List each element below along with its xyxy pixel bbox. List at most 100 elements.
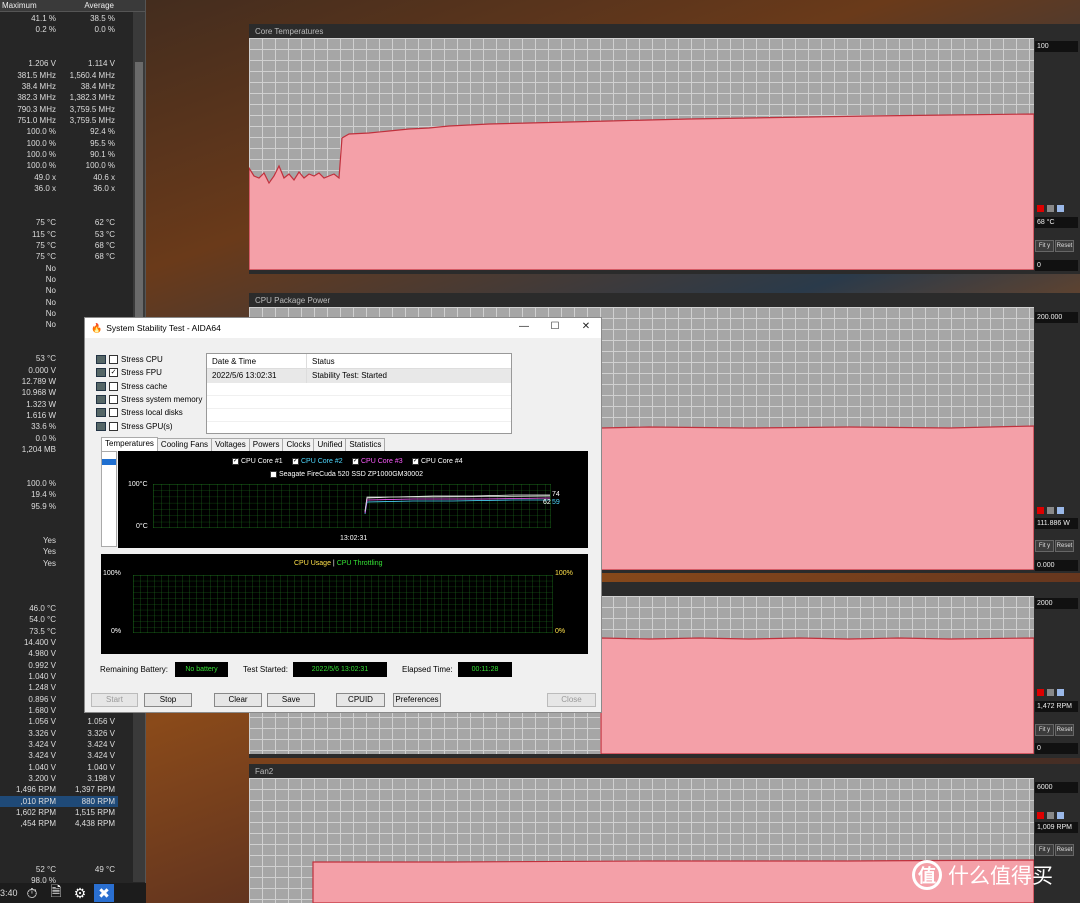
legend-core4[interactable]: ✓ CPU Core #4 — [412, 458, 463, 465]
sensor-row[interactable] — [0, 841, 118, 852]
stop-button[interactable]: Stop — [144, 693, 192, 707]
sensor-row[interactable]: 100.0 % 90.1 % — [0, 149, 118, 160]
sensor-row[interactable]: 3.424 V 3.424 V — [0, 750, 118, 761]
legend-core4-checkbox[interactable]: ✓ — [412, 458, 419, 465]
graph-swatches[interactable] — [1037, 205, 1064, 212]
sensor-row[interactable]: No — [0, 274, 118, 285]
sensor-row[interactable]: No — [0, 263, 118, 274]
column-header-maximum[interactable]: Maximum — [0, 0, 58, 11]
sensor-row[interactable] — [0, 830, 118, 841]
sensor-row[interactable] — [0, 47, 118, 58]
tab-clocks[interactable]: Clocks — [282, 438, 315, 451]
tab-voltages[interactable]: Voltages — [211, 438, 250, 451]
start-button[interactable]: Start — [91, 693, 138, 707]
legend-core1-checkbox[interactable]: ✓ — [232, 458, 239, 465]
sensor-row[interactable]: 790.3 MHz 3,759.5 MHz — [0, 104, 118, 115]
sensor-row[interactable]: 1,602 RPM 1,515 RPM — [0, 807, 118, 818]
sensor-row[interactable]: ,010 RPM 880 RPM — [0, 795, 118, 808]
stress-cache-option[interactable]: Stress cache — [96, 380, 167, 392]
stress-gpu-checkbox[interactable] — [109, 421, 118, 431]
sensor-row[interactable]: 115 °C 53 °C — [0, 229, 118, 240]
column-header-average[interactable]: Average — [58, 0, 116, 11]
sensor-row[interactable]: 36.0 x 36.0 x — [0, 183, 118, 194]
fit-y-button[interactable]: Fit y — [1035, 540, 1054, 552]
sensor-row[interactable]: 1.040 V 1.040 V — [0, 762, 118, 773]
stress-disks-option[interactable]: Stress local disks — [96, 406, 183, 418]
tab-statistics[interactable]: Statistics — [345, 438, 386, 451]
clear-button[interactable]: Clear — [214, 693, 262, 707]
legend-core2-checkbox[interactable]: ✓ — [292, 458, 299, 465]
sensor-row[interactable]: 100.0 % 92.4 % — [0, 126, 118, 137]
stress-fpu-option[interactable]: ✓ Stress FPU — [96, 366, 162, 378]
stress-cpu-option[interactable]: Stress CPU — [96, 353, 163, 365]
sensor-row[interactable]: 1.206 V 1.114 V — [0, 58, 118, 69]
fit-y-button[interactable]: Fit y — [1035, 240, 1054, 252]
dialog-titlebar[interactable]: 🔥 System Stability Test - AIDA64 — ☐ ✕ — [85, 318, 601, 338]
fit-y-button[interactable]: Fit y — [1035, 844, 1054, 856]
legend-core3-checkbox[interactable]: ✓ — [352, 458, 359, 465]
reset-button[interactable]: Reset — [1055, 724, 1074, 736]
reset-button[interactable]: Reset — [1055, 844, 1074, 856]
sensor-row[interactable]: 100.0 % 100.0 % — [0, 160, 118, 171]
sensor-row[interactable]: 41.1 % 38.5 % — [0, 13, 118, 24]
tab-cooling-fans[interactable]: Cooling Fans — [156, 438, 213, 451]
sensor-row[interactable]: No — [0, 297, 118, 308]
stress-disks-checkbox[interactable] — [109, 407, 118, 417]
sensor-row[interactable]: 75 °C 68 °C — [0, 240, 118, 251]
sensor-row[interactable]: 3.424 V 3.424 V — [0, 739, 118, 750]
sensor-row[interactable]: 381.5 MHz 1,560.4 MHz — [0, 70, 118, 81]
tab-unified[interactable]: Unified — [313, 438, 347, 451]
sensor-row[interactable]: 1.056 V 1.056 V — [0, 716, 118, 727]
reset-button[interactable]: Reset — [1055, 240, 1074, 252]
save-button[interactable]: Save — [267, 693, 315, 707]
sensor-row[interactable]: 3.200 V 3.198 V — [0, 773, 118, 784]
stress-memory-option[interactable]: Stress system memory — [96, 393, 202, 405]
sensor-row[interactable]: No — [0, 285, 118, 296]
tab-powers[interactable]: Powers — [248, 438, 284, 451]
maximize-button[interactable]: ☐ — [548, 321, 562, 332]
close-button[interactable]: Close — [547, 693, 596, 707]
tab-temperatures[interactable]: Temperatures — [101, 437, 158, 451]
sensor-row[interactable] — [0, 206, 118, 217]
fit-y-button[interactable]: Fit y — [1035, 724, 1054, 736]
stress-cpu-checkbox[interactable] — [109, 354, 118, 364]
stopwatch-icon[interactable]: ⏱ — [22, 884, 42, 902]
stress-memory-checkbox[interactable] — [109, 394, 118, 404]
sensor-row[interactable]: 382.3 MHz 1,382.3 MHz — [0, 92, 118, 103]
stress-fpu-checkbox[interactable]: ✓ — [109, 367, 118, 377]
sensor-row[interactable]: ,454 RPM 4,438 RPM — [0, 818, 118, 829]
close-window-button[interactable]: ✕ — [579, 321, 593, 332]
legend-core2[interactable]: ✓ CPU Core #2 — [292, 458, 343, 465]
sensor-row[interactable]: 49.0 x 40.6 x — [0, 172, 118, 183]
sensor-row[interactable]: 75 °C 62 °C — [0, 217, 118, 228]
document-icon[interactable]: 🗎 — [46, 883, 66, 902]
log-col-datetime[interactable]: Date & Time — [207, 354, 307, 368]
sensor-row[interactable]: 100.0 % 95.5 % — [0, 138, 118, 149]
graph-swatches[interactable] — [1037, 689, 1064, 696]
sensor-row[interactable]: 1,496 RPM 1,397 RPM — [0, 784, 118, 795]
minimize-button[interactable]: — — [517, 321, 531, 332]
sensor-row[interactable] — [0, 195, 118, 206]
graph-swatches[interactable] — [1037, 812, 1064, 819]
sensor-row[interactable] — [0, 36, 118, 47]
graph-selector-list[interactable] — [101, 451, 117, 547]
cpuid-button[interactable]: CPUID — [336, 693, 385, 707]
sensor-row[interactable]: 3.326 V 3.326 V — [0, 728, 118, 739]
log-row[interactable]: 2022/5/6 13:02:31 Stability Test: Starte… — [207, 369, 511, 383]
legend-core1[interactable]: ✓ CPU Core #1 — [232, 458, 283, 465]
status-log[interactable]: Date & Time Status 2022/5/6 13:02:31 Sta… — [206, 353, 512, 435]
legend-ssd[interactable]: Seagate FireCuda 520 SSD ZP1000GM30002 — [270, 471, 423, 478]
gear-icon[interactable]: ⚙ — [70, 884, 90, 902]
reset-button[interactable]: Reset — [1055, 540, 1074, 552]
log-col-status[interactable]: Status — [307, 354, 335, 368]
sensor-row[interactable]: 52 °C 49 °C — [0, 864, 118, 875]
legend-core3[interactable]: ✓ CPU Core #3 — [352, 458, 403, 465]
sensor-row[interactable]: 75 °C 68 °C — [0, 251, 118, 262]
legend-ssd-checkbox[interactable] — [270, 471, 277, 478]
sensor-row[interactable] — [0, 852, 118, 863]
sensor-row[interactable]: 38.4 MHz 38.4 MHz — [0, 81, 118, 92]
stress-gpu-option[interactable]: Stress GPU(s) — [96, 420, 173, 432]
graph-swatches[interactable] — [1037, 507, 1064, 514]
stress-cache-checkbox[interactable] — [109, 381, 118, 391]
close-icon[interactable]: ✖ — [94, 884, 114, 902]
